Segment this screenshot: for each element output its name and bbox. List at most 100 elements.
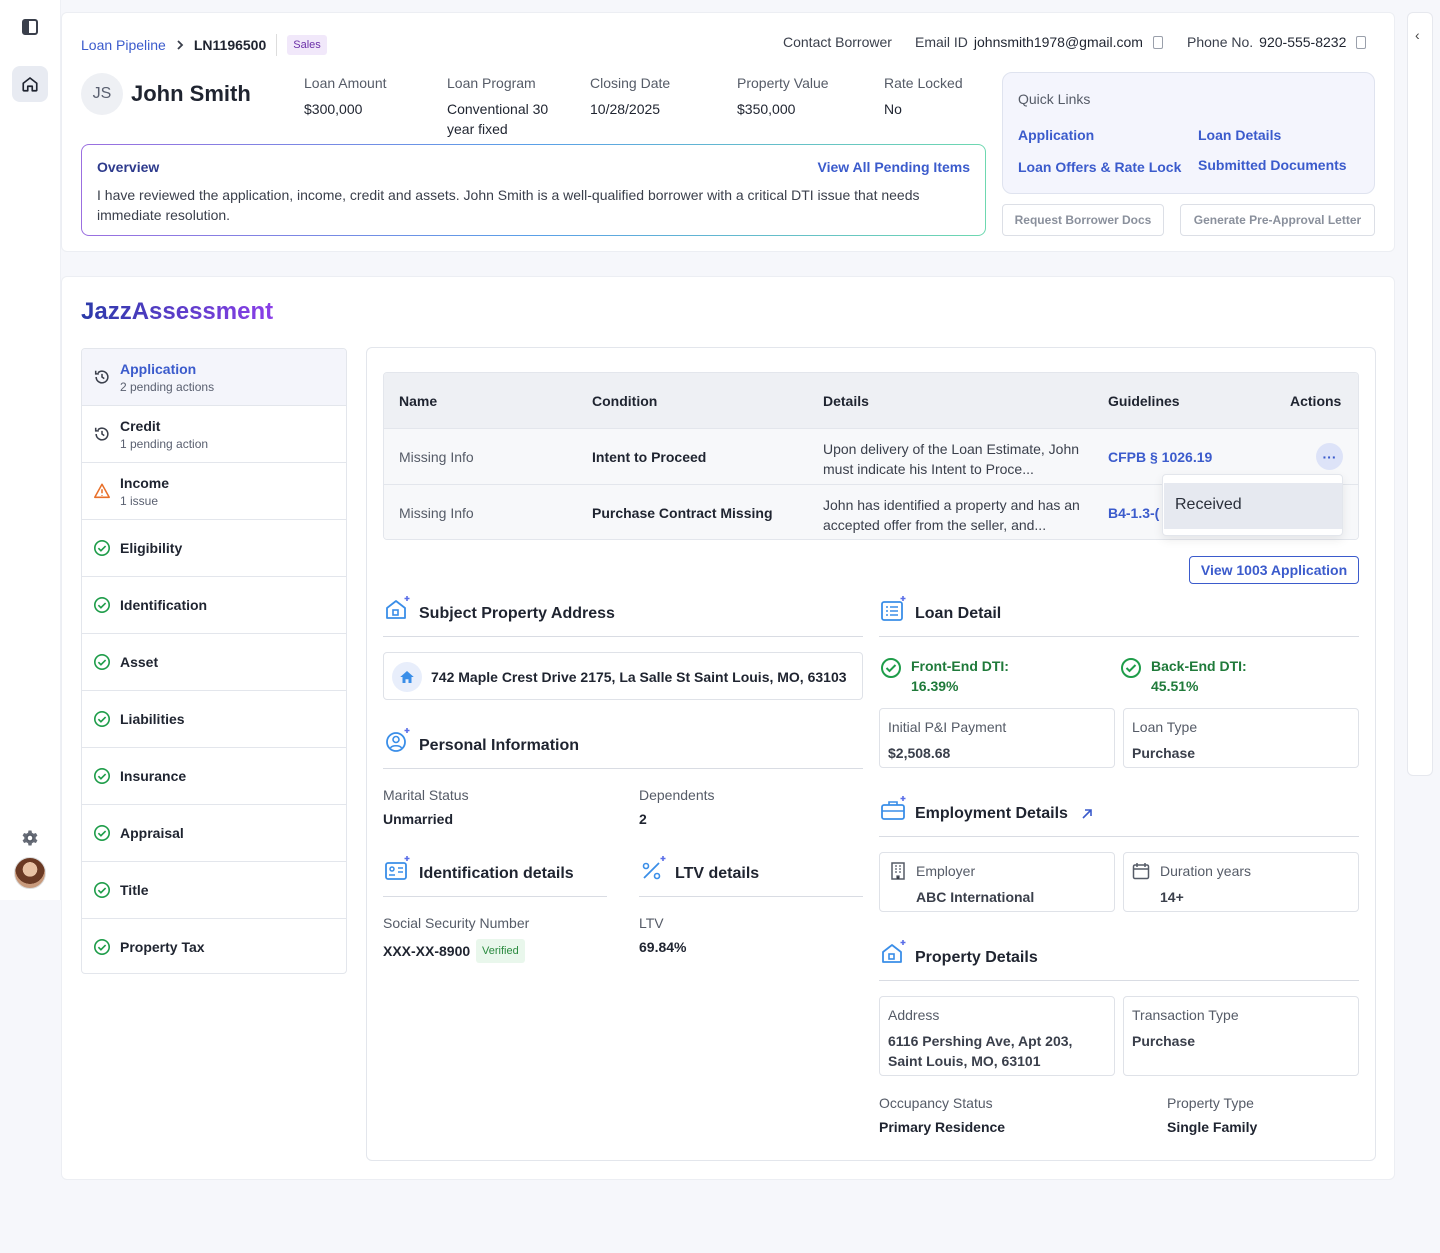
field-label: Closing Date bbox=[590, 75, 671, 91]
divider bbox=[276, 34, 278, 56]
sidebar-item-liabilities[interactable]: Liabilities bbox=[82, 691, 346, 748]
transaction-type-value: Purchase bbox=[1132, 1033, 1196, 1049]
field-value: Conventional 30 year fixed bbox=[447, 101, 549, 137]
email-label: Email ID bbox=[915, 34, 968, 50]
initial-pi-value: $2,508.68 bbox=[888, 745, 951, 761]
loan-type-label: Loan Type bbox=[1132, 719, 1198, 735]
check-circle-icon bbox=[93, 539, 111, 557]
loan-detail-section: Loan Detail bbox=[879, 596, 1359, 637]
column-header: Guidelines bbox=[1108, 393, 1180, 409]
front-end-dti-label: Front-End DTI: bbox=[911, 658, 1009, 674]
user-sparkle-icon bbox=[386, 728, 410, 752]
generate-preapproval-button[interactable]: Generate Pre-Approval Letter bbox=[1180, 204, 1375, 236]
ssn-value: XXX-XX-8900 bbox=[383, 943, 471, 959]
sidebar-item-label: Income bbox=[120, 474, 170, 491]
property-address-label: Address bbox=[888, 1007, 940, 1023]
sidebar-toggle-icon[interactable] bbox=[22, 19, 38, 35]
dropdown-option-received[interactable]: Received bbox=[1164, 483, 1342, 529]
more-icon[interactable]: ··· bbox=[1316, 443, 1343, 470]
email-value: johnsmith1978@gmail.com bbox=[973, 34, 1143, 50]
check-circle-icon bbox=[93, 938, 111, 956]
sidebar-item-label: Appraisal bbox=[120, 825, 184, 841]
quick-links-title: Quick Links bbox=[1018, 91, 1091, 107]
sidebar-item-application[interactable]: Application 2 pending actions bbox=[82, 349, 346, 406]
phone-value: 920-555-8232 bbox=[1259, 34, 1347, 50]
sidebar-item-label: Credit bbox=[120, 417, 161, 434]
quick-link-submitted-docs[interactable]: Submitted Documents bbox=[1198, 157, 1347, 173]
section-title: Property Details bbox=[915, 949, 1038, 966]
section-title: Loan Detail bbox=[915, 605, 1002, 622]
column-header: Name bbox=[399, 393, 438, 409]
copy-email-icon[interactable] bbox=[1149, 35, 1163, 53]
chevron-left-icon[interactable]: ‹ bbox=[1415, 27, 1420, 43]
section-title: Personal Information bbox=[419, 737, 580, 754]
field-label: Property Value bbox=[737, 75, 829, 91]
sidebar-item-sublabel: 1 pending action bbox=[120, 436, 209, 451]
external-link-icon[interactable] bbox=[1081, 808, 1093, 820]
breadcrumb-loan-pipeline[interactable]: Loan Pipeline bbox=[81, 37, 166, 53]
sidebar-item-appraisal[interactable]: Appraisal bbox=[82, 805, 346, 862]
sidebar-item-title[interactable]: Title bbox=[82, 862, 346, 919]
id-card-sparkle-icon bbox=[385, 856, 410, 880]
row-guideline-link[interactable]: B4-1.3-( bbox=[1108, 505, 1159, 521]
sidebar-item-text: Credit 1 pending action bbox=[120, 418, 208, 451]
sidebar-item-eligibility[interactable]: Eligibility bbox=[82, 520, 346, 577]
property-address-box: Address 6116 Pershing Ave, Apt 203, Sain… bbox=[879, 996, 1115, 1076]
calendar-icon bbox=[1132, 863, 1150, 880]
home-icon bbox=[22, 77, 38, 92]
back-end-dti-value: 45.51% bbox=[1151, 678, 1199, 694]
sidebar-item-insurance[interactable]: Insurance bbox=[82, 748, 346, 805]
sidebar-item-text: Property Tax bbox=[120, 939, 205, 955]
occupancy-value: Primary Residence bbox=[879, 1119, 1006, 1135]
property-details-section: Property Details bbox=[879, 940, 1359, 981]
sidebar-item-identification[interactable]: Identification bbox=[82, 577, 346, 634]
check-circle-icon bbox=[93, 881, 111, 899]
sidebar-item-income[interactable]: Income 1 issue bbox=[82, 463, 346, 520]
contact-borrower-link[interactable]: Contact Borrower bbox=[783, 34, 892, 50]
view-1003-button[interactable]: View 1003 Application bbox=[1189, 556, 1359, 584]
rate-locked-field: Rate Locked No bbox=[884, 75, 984, 119]
quick-link-loan-details[interactable]: Loan Details bbox=[1198, 127, 1281, 143]
personal-info-section: Personal Information bbox=[383, 728, 863, 769]
loan-amount-field: Loan Amount $300,000 bbox=[304, 75, 434, 119]
row-details: Upon delivery of the Loan Estimate, John… bbox=[823, 441, 1080, 477]
copy-phone-icon[interactable] bbox=[1353, 35, 1367, 53]
overview-title: Overview bbox=[97, 159, 160, 175]
property-address-value: 6116 Pershing Ave, Apt 203, Saint Louis,… bbox=[888, 1033, 1073, 1069]
chevron-right-icon bbox=[177, 40, 184, 50]
sidebar-item-sublabel: 1 issue bbox=[120, 493, 159, 508]
field-label: Rate Locked bbox=[884, 75, 963, 91]
right-collapse-panel[interactable]: ‹ bbox=[1407, 12, 1433, 776]
sidebar-item-text: Income 1 issue bbox=[120, 475, 169, 508]
check-circle-icon bbox=[93, 824, 111, 842]
subject-property-section: Subject Property Address bbox=[383, 596, 863, 637]
closing-date-field: Closing Date 10/28/2025 bbox=[590, 75, 720, 119]
front-end-dti-value: 16.39% bbox=[911, 678, 959, 694]
occupancy-label: Occupancy Status bbox=[879, 1095, 993, 1111]
loan-id: LN1196500 bbox=[193, 37, 267, 53]
view-all-pending-link[interactable]: View All Pending Items bbox=[818, 159, 970, 175]
ltv-section: LTV details bbox=[639, 856, 863, 897]
borrower-name: John Smith bbox=[131, 81, 251, 106]
row-guideline-link[interactable]: CFPB § 1026.19 bbox=[1108, 449, 1212, 465]
sidebar-item-text: Asset bbox=[120, 654, 158, 670]
house-sparkle-icon bbox=[882, 940, 906, 963]
home-button[interactable] bbox=[12, 66, 48, 102]
request-borrower-docs-button[interactable]: Request Borrower Docs bbox=[1002, 204, 1164, 236]
user-avatar[interactable] bbox=[14, 857, 46, 889]
sidebar-item-property-tax[interactable]: Property Tax bbox=[82, 919, 346, 973]
sidebar-item-credit[interactable]: Credit 1 pending action bbox=[82, 406, 346, 463]
quick-link-loan-offers[interactable]: Loan Offers & Rate Lock bbox=[1018, 159, 1181, 175]
field-value: No bbox=[884, 101, 902, 117]
property-type-value: Single Family bbox=[1167, 1119, 1258, 1135]
sidebar-item-text: Liabilities bbox=[120, 711, 185, 727]
duration-label: Duration years bbox=[1160, 863, 1252, 879]
history-icon bbox=[93, 425, 111, 443]
quick-link-application[interactable]: Application bbox=[1018, 127, 1094, 143]
phone-label: Phone No. bbox=[1187, 34, 1254, 50]
sidebar-item-asset[interactable]: Asset bbox=[82, 634, 346, 691]
column-header: Details bbox=[823, 393, 869, 409]
contact-borrower-label[interactable]: Contact Borrower bbox=[783, 34, 892, 50]
briefcase-sparkle-icon bbox=[881, 796, 906, 820]
gear-icon[interactable] bbox=[21, 829, 39, 847]
